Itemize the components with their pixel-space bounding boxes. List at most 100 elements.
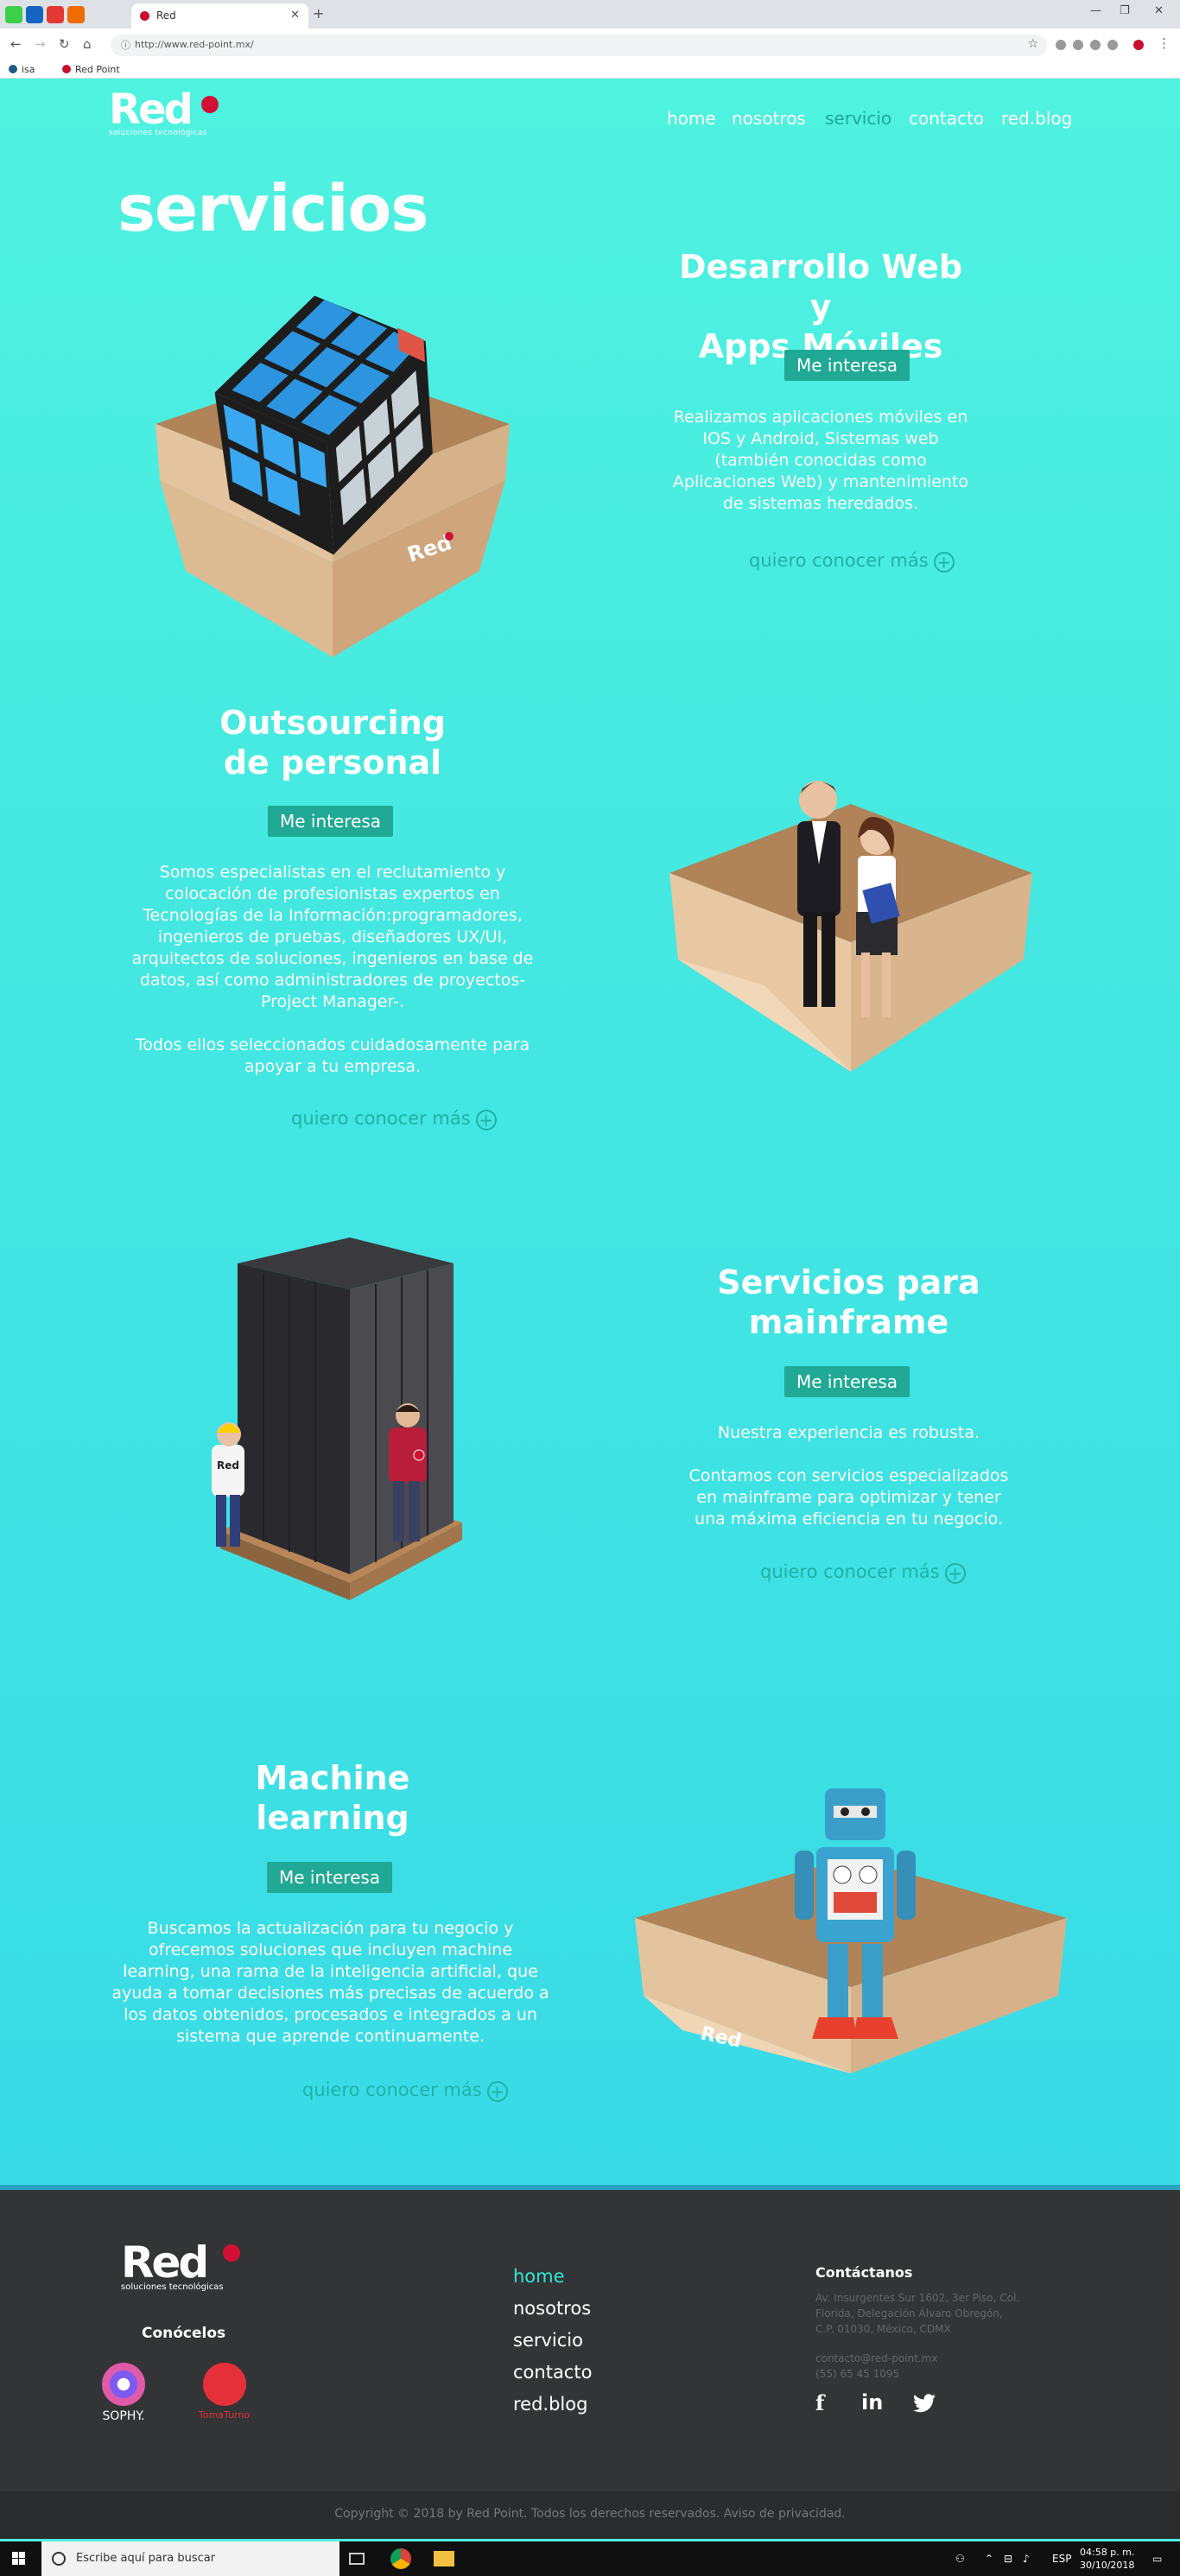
clock-time: 04:58 p. m. bbox=[1080, 2547, 1135, 2558]
service-title-web-apps: Desarrollo Web y Apps Móviles bbox=[665, 247, 976, 366]
facebook-icon[interactable]: f bbox=[815, 2390, 824, 2415]
nav-home[interactable]: home bbox=[667, 108, 716, 129]
quiero-conocer-mas-link[interactable]: quiero conocer más + bbox=[749, 550, 955, 573]
partner-tomaturno[interactable]: TomaTurno bbox=[199, 2363, 250, 2421]
tab-close-icon[interactable]: ✕ bbox=[290, 9, 300, 22]
tray-chevron-icon[interactable]: ⌃ bbox=[985, 2553, 993, 2565]
home-icon[interactable]: ⌂ bbox=[83, 36, 92, 52]
service-title-machine-learning: Machine learning bbox=[173, 1758, 492, 1838]
service-title-line: learning bbox=[256, 1799, 409, 1837]
service-title-line: mainframe bbox=[748, 1303, 949, 1341]
info-icon[interactable]: ⓘ bbox=[121, 38, 130, 52]
nav-contacto[interactable]: contacto bbox=[909, 108, 984, 129]
back-icon[interactable]: ← bbox=[10, 36, 22, 52]
footer-nav-contacto[interactable]: contacto bbox=[513, 2362, 592, 2394]
quiero-conocer-mas-link[interactable]: quiero conocer más + bbox=[291, 1108, 497, 1130]
quiero-conocer-mas-link[interactable]: quiero conocer más + bbox=[760, 1561, 966, 1584]
extension-icon[interactable] bbox=[1073, 40, 1083, 50]
pinned-tab-icon[interactable] bbox=[67, 6, 85, 23]
copyright-text: Copyright © 2018 by Red Point. Todos los… bbox=[334, 2507, 846, 2521]
logo-subtitle: soluciones tecnológicas bbox=[109, 129, 207, 137]
extension-icon[interactable] bbox=[1107, 40, 1118, 50]
contact-heading: Contáctanos bbox=[815, 2264, 913, 2281]
notifications-icon[interactable]: ▭ bbox=[1152, 2553, 1162, 2565]
search-placeholder: Escribe aquí para buscar bbox=[76, 2552, 216, 2565]
footer-logo[interactable]: Red soluciones tecnológicas bbox=[121, 2237, 240, 2292]
taskbar-search-input[interactable]: Escribe aquí para buscar bbox=[41, 2541, 339, 2576]
volume-icon[interactable]: ♪ bbox=[1023, 2553, 1030, 2565]
contact-details: contacto@red-point.mx (55) 65 45 1095 bbox=[815, 2351, 937, 2382]
more-label: quiero conocer más bbox=[749, 550, 929, 571]
chrome-icon[interactable] bbox=[390, 2548, 411, 2569]
bookmark-item[interactable]: isa bbox=[9, 64, 35, 75]
close-window-icon[interactable]: ✕ bbox=[1154, 4, 1164, 17]
service-title-mainframe: Servicios para mainframe bbox=[682, 1263, 1015, 1342]
professionals-box-illustration bbox=[669, 781, 1032, 1072]
logo-dot-icon bbox=[201, 96, 219, 113]
bookmark-label: isa bbox=[22, 64, 35, 75]
minimize-icon[interactable]: — bbox=[1090, 4, 1101, 17]
service-description: Somos especialistas en el reclutamiento … bbox=[131, 863, 534, 1076]
nav-nosotros[interactable]: nosotros bbox=[732, 108, 806, 129]
me-interesa-button[interactable]: Me interesa bbox=[267, 1862, 393, 1893]
contact-email[interactable]: contacto@red-point.mx bbox=[815, 2351, 937, 2366]
star-icon[interactable]: ☆ bbox=[1027, 37, 1038, 51]
footer-nav-nosotros[interactable]: nosotros bbox=[513, 2298, 592, 2330]
site-logo[interactable]: Red soluciones tecnológicas bbox=[109, 85, 219, 137]
task-view-icon[interactable] bbox=[349, 2553, 365, 2565]
search-circle-icon bbox=[52, 2552, 66, 2566]
language-indicator[interactable]: ESP bbox=[1052, 2553, 1071, 2565]
service-title-line: Desarrollo Web y bbox=[678, 248, 963, 326]
me-interesa-button[interactable]: Me interesa bbox=[784, 1366, 910, 1397]
system-clock[interactable]: 04:58 p. m. 30/10/2018 bbox=[1080, 2546, 1134, 2572]
extension-icon[interactable] bbox=[1090, 40, 1101, 50]
more-label: quiero conocer más bbox=[760, 1561, 940, 1582]
footer-nav: home nosotros servicio contacto red.blog bbox=[513, 2266, 592, 2426]
people-icon[interactable]: ⚇ bbox=[955, 2553, 965, 2565]
me-interesa-button[interactable]: Me interesa bbox=[784, 350, 910, 381]
forward-icon[interactable]: → bbox=[35, 36, 46, 52]
footer-nav-home[interactable]: home bbox=[513, 2266, 592, 2298]
active-tab[interactable]: Red ✕ bbox=[131, 3, 308, 28]
bookmark-label: Red Point bbox=[75, 64, 120, 75]
bookmark-favicon-icon bbox=[9, 65, 17, 73]
nav-servicio[interactable]: servicio bbox=[825, 108, 891, 129]
contact-phone: (55) 65 45 1095 bbox=[815, 2368, 900, 2380]
new-tab-button[interactable]: + bbox=[313, 5, 324, 22]
more-label: quiero conocer más bbox=[291, 1108, 471, 1129]
footer-nav-servicio[interactable]: servicio bbox=[513, 2330, 592, 2362]
footer-logo-text: Red bbox=[121, 2237, 209, 2288]
quiero-conocer-mas-link[interactable]: quiero conocer más + bbox=[302, 2079, 508, 2102]
maximize-icon[interactable]: ❐ bbox=[1120, 4, 1130, 17]
extension-icon[interactable] bbox=[1056, 40, 1066, 50]
service-title-line: Outsourcing bbox=[219, 704, 446, 742]
logo-text: Red bbox=[109, 85, 193, 134]
tab-favicon-icon bbox=[140, 11, 149, 21]
partner-name: SOPHY. bbox=[102, 2409, 145, 2423]
windows-start-icon[interactable] bbox=[12, 2552, 26, 2566]
pinned-tab-icon[interactable] bbox=[5, 6, 22, 23]
profile-avatar-icon[interactable] bbox=[1133, 40, 1144, 50]
url-text: http://www.red-point.mx/ bbox=[135, 39, 254, 50]
tab-title: Red bbox=[156, 9, 176, 22]
address-bar[interactable]: ⓘ http://www.red-point.mx/ ☆ bbox=[111, 35, 1047, 56]
me-interesa-button[interactable]: Me interesa bbox=[268, 806, 394, 837]
reload-icon[interactable]: ↻ bbox=[59, 36, 70, 52]
pinned-tab-icon[interactable] bbox=[47, 6, 64, 23]
browser-tab-strip: Red ✕ + — ❐ ✕ bbox=[0, 0, 1180, 28]
network-icon[interactable]: ⊟ bbox=[1004, 2553, 1012, 2565]
logo-dot-icon bbox=[223, 2244, 240, 2262]
conocelos-heading: Conócelos bbox=[142, 2325, 226, 2342]
bookmark-item[interactable]: Red Point bbox=[62, 64, 120, 75]
nav-red-blog[interactable]: red.blog bbox=[1001, 108, 1072, 129]
twitter-icon[interactable] bbox=[913, 2394, 936, 2413]
partner-sophy[interactable]: SOPHY. bbox=[102, 2363, 145, 2423]
menu-icon[interactable]: ⋮ bbox=[1158, 35, 1170, 51]
service-description: Buscamos la actualización para tu negoci… bbox=[111, 1919, 549, 2046]
site-footer: Red soluciones tecnológicas Conócelos SO… bbox=[0, 2185, 1180, 2491]
linkedin-icon[interactable]: in bbox=[861, 2390, 883, 2415]
svg-text:Red: Red bbox=[217, 1459, 239, 1472]
footer-nav-red-blog[interactable]: red.blog bbox=[513, 2394, 592, 2426]
pinned-tab-icon[interactable] bbox=[26, 6, 43, 23]
file-explorer-icon[interactable] bbox=[434, 2551, 454, 2567]
